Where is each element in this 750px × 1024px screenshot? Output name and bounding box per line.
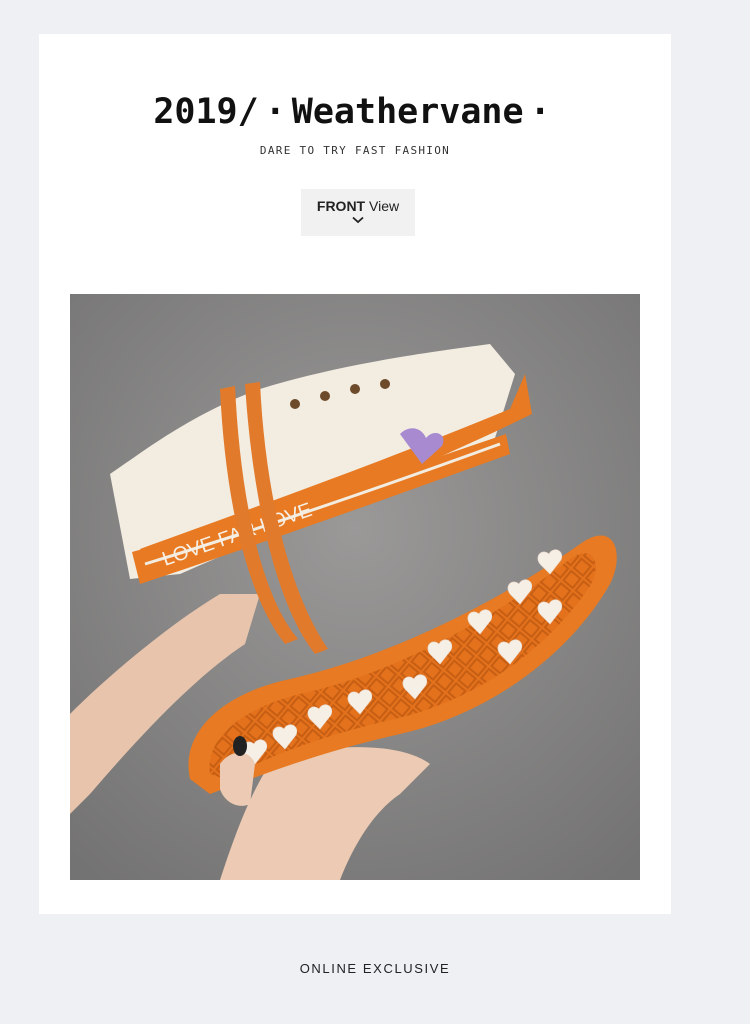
view-label: FRONT View — [301, 189, 415, 214]
title-year: 2019/ — [153, 92, 259, 132]
view-label-rest: View — [369, 198, 400, 214]
nail — [233, 736, 247, 756]
title-dot-right: · — [529, 92, 551, 132]
view-label-bold: FRONT — [316, 198, 366, 214]
chevron-down-icon — [352, 216, 364, 224]
tagline: DARE TO TRY FAST FASHION — [259, 144, 451, 157]
title-dot-left: · — [264, 92, 286, 132]
page-title: 2019/· Weathervane · — [39, 92, 671, 132]
title-brand: Weathervane — [291, 92, 524, 132]
online-exclusive-label: ONLINE EXCLUSIVE — [299, 961, 451, 976]
front-view-badge[interactable]: FRONT View — [301, 189, 415, 236]
product-card: 2019/· Weathervane · DARE TO TRY FAST FASH… — [39, 34, 671, 914]
product-photo: LOVE FAR LOVE — [70, 294, 640, 880]
fingers — [220, 752, 255, 806]
